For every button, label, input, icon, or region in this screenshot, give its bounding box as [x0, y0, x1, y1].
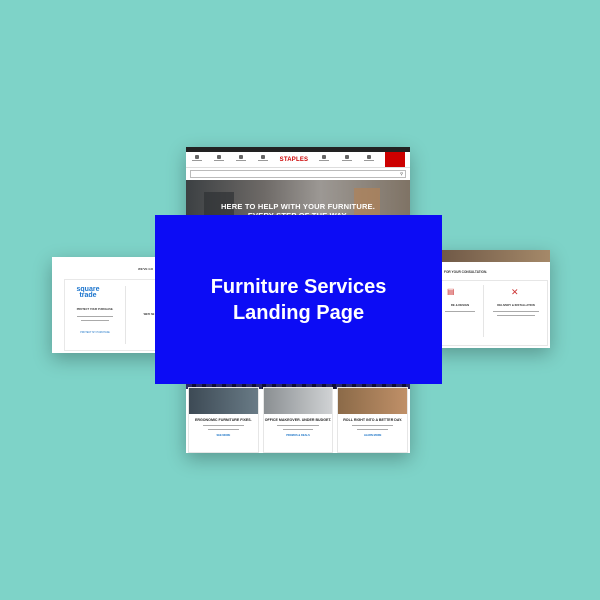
search-input[interactable]: ⚲ — [190, 170, 406, 178]
nav-item[interactable] — [257, 155, 269, 164]
promo-card[interactable]: OFFICE MAKEOVER. UNDER BUDGET. PROMOS & … — [262, 387, 334, 453]
project-title-overlay: Furniture Services Landing Page — [155, 215, 442, 384]
text-line — [445, 311, 475, 312]
nav-item[interactable] — [318, 155, 330, 164]
design-icon: ▤ — [447, 287, 455, 296]
hero-line-1: HERE TO HELP WITH YOUR FURNITURE. — [220, 202, 376, 211]
text-line — [282, 429, 314, 430]
nav-item[interactable] — [191, 155, 203, 164]
squaretrade-logo: square trade — [75, 286, 101, 299]
right-services-panel: FOR YOUR CONSULTATION. ▤ ✕ RE & DESIGN D… — [432, 250, 550, 348]
title-line-2: Landing Page — [232, 301, 365, 324]
left-services-panel: WE'VE GO square trade PROTECT YOUR PURCH… — [52, 257, 174, 353]
text-line — [202, 425, 244, 426]
photo-strip — [432, 250, 550, 262]
title-line-1: Furniture Services — [210, 275, 387, 298]
promo-link[interactable]: LEARN MORE — [364, 434, 381, 437]
search-icon[interactable]: ⚲ — [400, 171, 403, 176]
promo-card[interactable]: ROLL RIGHT INTO A BETTER DAY. LEARN MORE — [337, 387, 409, 453]
nav-item[interactable] — [235, 155, 247, 164]
promo-title: ERGONOMIC FURNITURE FIXES. — [194, 418, 252, 422]
left-panel-heading: WE'VE GO — [138, 267, 154, 271]
card-divider — [483, 285, 484, 337]
logo-word-2: trade — [79, 292, 97, 299]
consultation-heading: FOR YOUR CONSULTATION. — [444, 270, 488, 274]
text-line — [357, 429, 389, 430]
promo-image — [338, 388, 408, 414]
protect-purchase-title: PROTECT YOUR PURCHASE. — [76, 308, 114, 311]
design-title: RE & DESIGN — [450, 303, 470, 307]
services-card: ▤ ✕ RE & DESIGN DELIVERY & INSTALLATION — [438, 280, 548, 346]
promo-link[interactable]: PROMOS & DEALS — [286, 434, 310, 437]
text-line — [493, 311, 539, 312]
tools-icon: ✕ — [511, 287, 519, 297]
nav-item[interactable] — [341, 155, 353, 164]
promo-card[interactable]: ERGONOMIC FURNITURE FIXES. SEE MORE — [188, 387, 259, 453]
text-line — [77, 316, 113, 317]
delivery-installation-title: DELIVERY & INSTALLATION — [497, 303, 535, 307]
main-nav: STAPLES — [186, 152, 410, 168]
promo-title: ROLL RIGHT INTO A BETTER DAY. — [343, 418, 403, 422]
text-line — [352, 425, 394, 426]
promo-cards: ERGONOMIC FURNITURE FIXES. SEE MORE OFFI… — [186, 387, 410, 453]
staples-logo[interactable]: STAPLES — [280, 157, 309, 163]
text-line — [81, 320, 109, 321]
nav-item[interactable] — [213, 155, 225, 164]
promo-image — [189, 388, 258, 414]
card-divider — [125, 286, 126, 344]
promo-link[interactable]: SEE MORE — [216, 434, 230, 437]
text-line — [277, 425, 319, 426]
nav-item[interactable] — [363, 155, 375, 164]
cart-button[interactable] — [384, 152, 405, 167]
text-line — [207, 429, 239, 430]
text-line — [497, 315, 535, 316]
protect-purchase-link[interactable]: PROTECT MY PURCHASE — [69, 331, 121, 334]
promo-title: OFFICE MAKEOVER. UNDER BUDGET. — [264, 418, 332, 422]
promo-image — [263, 388, 333, 414]
